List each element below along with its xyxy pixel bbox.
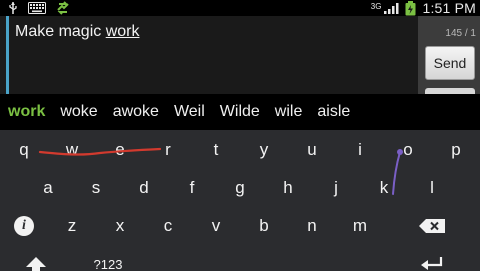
key-f[interactable]: f	[170, 168, 214, 208]
key-m[interactable]: m	[338, 206, 382, 246]
key-c[interactable]: c	[146, 206, 190, 246]
key-z[interactable]: z	[50, 206, 94, 246]
suggestion-item[interactable]: aisle	[317, 103, 350, 121]
status-bar: 3G 1:51 PM	[0, 0, 480, 16]
battery-charging-icon	[405, 0, 416, 15]
key-w[interactable]: w	[50, 130, 94, 170]
key-j[interactable]: j	[314, 168, 358, 208]
key-h[interactable]: h	[266, 168, 310, 208]
key-u[interactable]: u	[290, 130, 334, 170]
key-s[interactable]: s	[74, 168, 118, 208]
enter-icon	[421, 257, 443, 270]
backspace-icon	[419, 219, 445, 233]
suggestion-item[interactable]: wile	[275, 103, 303, 121]
key-l[interactable]: l	[410, 168, 454, 208]
key-t[interactable]: t	[194, 130, 238, 170]
key-k[interactable]: k	[362, 168, 406, 208]
info-key[interactable]: i	[2, 206, 46, 246]
signal-icon	[384, 2, 399, 14]
key-x[interactable]: x	[98, 206, 142, 246]
key-o[interactable]: o	[386, 130, 430, 170]
suggestion-item[interactable]: Weil	[174, 103, 205, 121]
backspace-key[interactable]	[408, 206, 456, 246]
key-d[interactable]: d	[122, 168, 166, 208]
key-n[interactable]: n	[290, 206, 334, 246]
key-p[interactable]: p	[434, 130, 478, 170]
suggestion-strip: work woke awoke Weil Wilde wile aisle	[0, 94, 480, 130]
message-input[interactable]: Make magic work	[6, 16, 418, 94]
shift-key[interactable]	[14, 244, 58, 271]
send-button[interactable]: Send	[425, 46, 475, 80]
key-i[interactable]: i	[338, 130, 382, 170]
notification-icons	[8, 1, 70, 15]
keyboard-icon	[28, 2, 46, 14]
key-g[interactable]: g	[218, 168, 262, 208]
sync-icon	[57, 1, 69, 15]
shift-icon	[26, 257, 46, 271]
suggestion-item[interactable]: awoke	[113, 103, 159, 121]
clock: 1:51 PM	[422, 0, 476, 16]
symbols-key[interactable]: ?123	[86, 244, 130, 271]
key-e[interactable]: e	[98, 130, 142, 170]
message-text: Make magic	[15, 23, 106, 40]
suggestion-item[interactable]: woke	[60, 103, 97, 121]
key-v[interactable]: v	[194, 206, 238, 246]
key-q[interactable]: q	[2, 130, 46, 170]
key-b[interactable]: b	[242, 206, 286, 246]
character-counter: 145 / 1	[445, 28, 476, 39]
key-r[interactable]: r	[146, 130, 190, 170]
suggestion-item[interactable]: work	[8, 103, 45, 121]
usb-icon	[9, 2, 17, 14]
enter-key[interactable]	[410, 244, 454, 271]
suggestion-item[interactable]: Wilde	[220, 103, 260, 121]
info-icon: i	[14, 216, 34, 236]
key-y[interactable]: y	[242, 130, 286, 170]
composing-word: work	[105, 23, 140, 40]
key-a[interactable]: a	[26, 168, 70, 208]
compose-area: Make magic work 145 / 1 Send	[0, 16, 480, 94]
send-panel: 145 / 1 Send	[418, 16, 480, 94]
network-type: 3G	[370, 1, 382, 11]
keyboard: q w e r t y u i o p a s d f g h j k l i …	[0, 130, 480, 271]
